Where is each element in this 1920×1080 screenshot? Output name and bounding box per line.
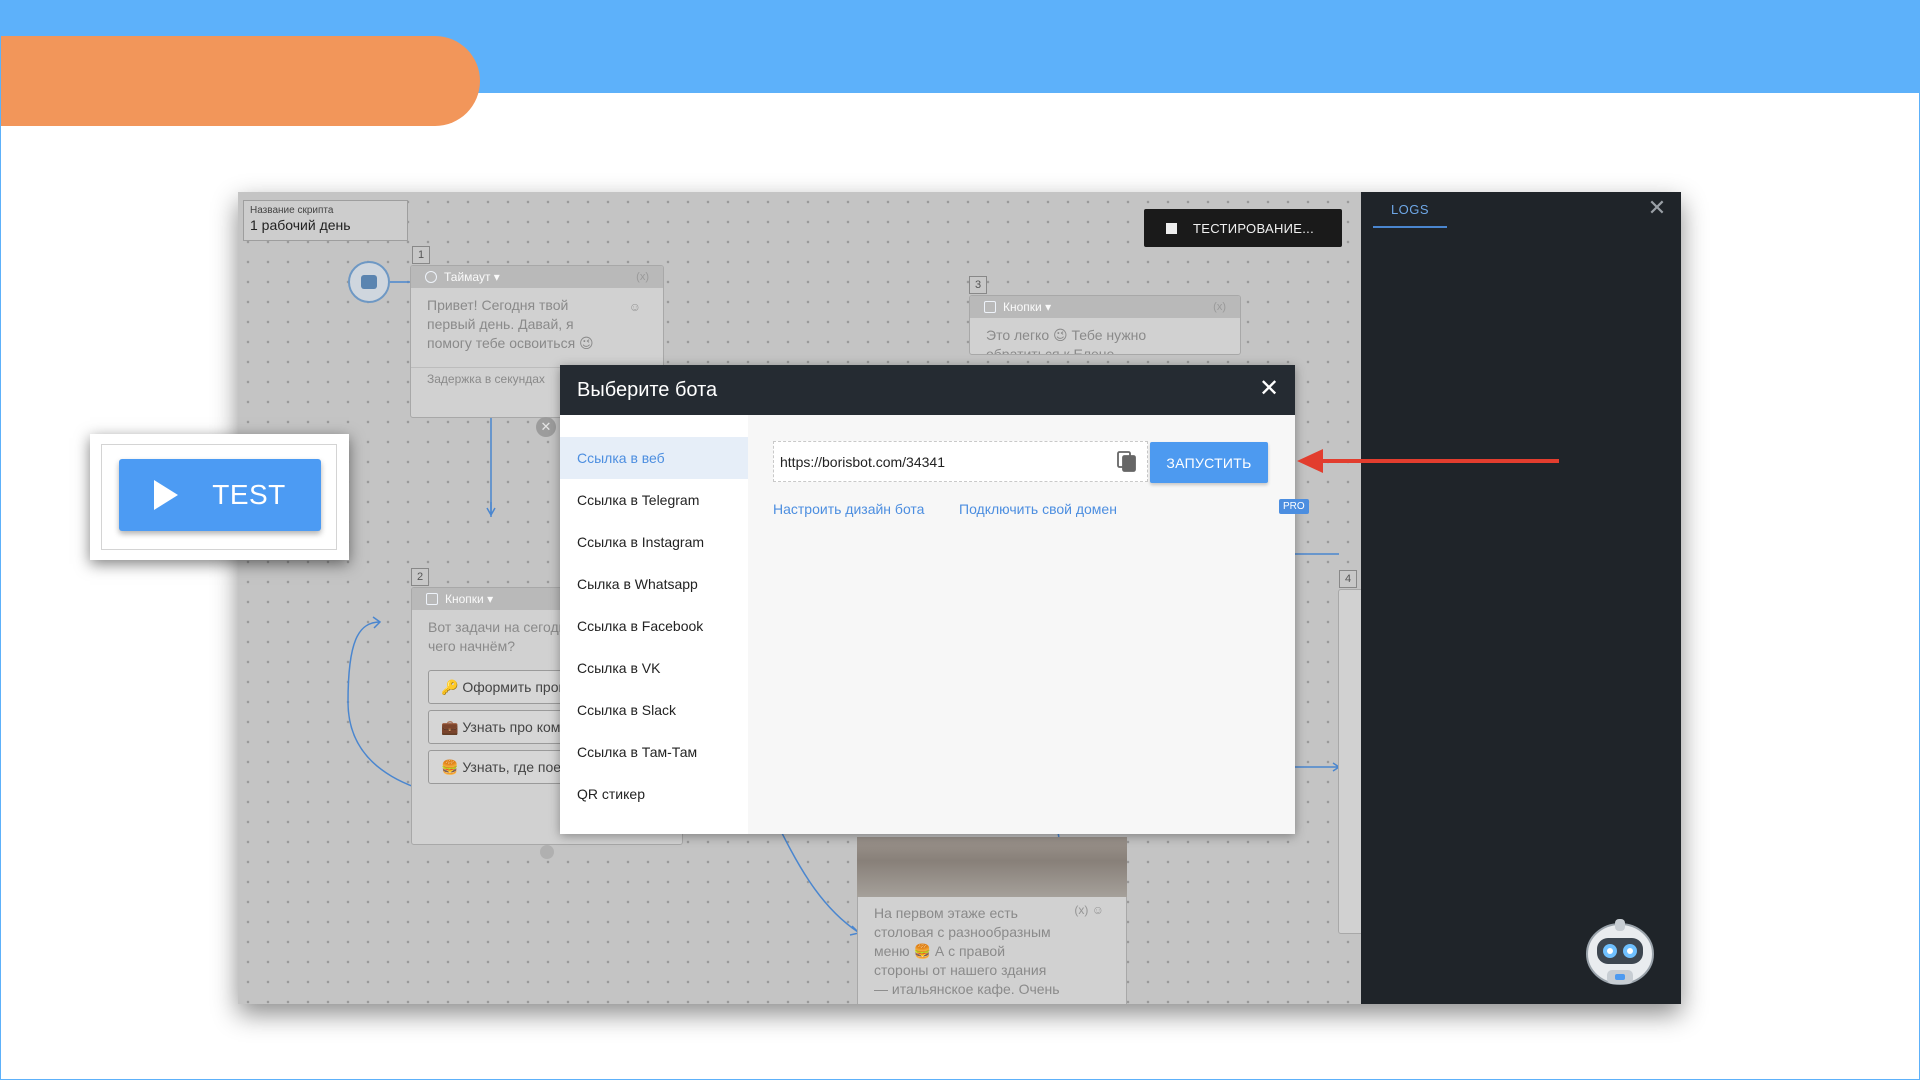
- channel-instagram[interactable]: Ссылка в Instagram: [560, 521, 748, 563]
- block-type: Кнопки ▾: [445, 592, 494, 606]
- channel-web[interactable]: Ссылка в веб: [560, 437, 748, 479]
- channel-vk[interactable]: Ссылка в VK: [560, 647, 748, 689]
- block-header[interactable]: Таймаут ▾ (x): [411, 266, 663, 288]
- channel-list: Ссылка в веб Ссылка в Telegram Ссылка в …: [560, 415, 748, 834]
- connect-domain-link[interactable]: Подключить свой домен: [959, 501, 1117, 517]
- block-variable: (x): [1213, 301, 1226, 313]
- block-buttons-3[interactable]: Кнопки ▾ (x) Это легко 😉 Тебе нужно обра…: [969, 295, 1241, 355]
- channel-slack[interactable]: Ссылка в Slack: [560, 689, 748, 731]
- modal-header: Выберите бота ✕: [560, 365, 1295, 415]
- block-image: [857, 837, 1127, 897]
- test-button[interactable]: TEST: [119, 459, 321, 531]
- connection-handle[interactable]: [540, 845, 554, 859]
- modal-title: Выберите бота: [577, 378, 718, 401]
- script-name-field[interactable]: Название скрипта 1 рабочий день: [243, 200, 408, 241]
- bot-url-field[interactable]: https://borisbot.com/34341: [773, 441, 1148, 482]
- emoji-icon[interactable]: (x) ☺: [1074, 903, 1104, 917]
- block-image-text[interactable]: (x) ☺ На первом этаже есть столовая с ра…: [857, 897, 1127, 1004]
- block-number-2: 2: [411, 568, 429, 586]
- block-number-1: 1: [412, 246, 430, 264]
- channel-whatsapp[interactable]: Сылка в Whatsapp: [560, 563, 748, 605]
- customize-design-link[interactable]: Настроить дизайн бота: [773, 501, 924, 517]
- testing-label: ТЕСТИРОВАНИЕ...: [1193, 220, 1314, 236]
- delete-connection-icon[interactable]: ✕: [536, 417, 556, 437]
- stop-icon: [1166, 222, 1177, 234]
- buttons-icon: [984, 301, 996, 313]
- channel-qr-sticker[interactable]: QR стикер: [560, 773, 748, 815]
- block-message[interactable]: Это легко 😉 Тебе нужно обратиться к Елен…: [970, 318, 1170, 354]
- clock-icon: [425, 271, 437, 283]
- bot-editor-screenshot: Название скрипта 1 рабочий день ТЕСТИРОВ…: [238, 192, 1681, 1004]
- choose-bot-modal: Выберите бота ✕ Ссылка в веб Ссылка в Te…: [560, 365, 1309, 834]
- block-number-4: 4: [1339, 570, 1357, 588]
- copy-icon[interactable]: [1117, 451, 1137, 473]
- close-icon[interactable]: ✕: [1647, 197, 1667, 219]
- block-message[interactable]: Привет! Сегодня твой первый день. Давай,…: [411, 288, 621, 361]
- block-4[interactable]: [1338, 589, 1361, 934]
- block-message[interactable]: На первом этаже есть столовая с разнообр…: [858, 897, 1078, 1004]
- block-number-3: 3: [969, 276, 987, 294]
- pro-badge: PRO: [1279, 499, 1309, 514]
- logs-panel: LOGS ✕: [1361, 192, 1681, 1004]
- script-name-value: 1 рабочий день: [250, 217, 351, 233]
- bot-url-value: https://borisbot.com/34341: [780, 453, 945, 470]
- block-variable: (x): [636, 271, 649, 283]
- buttons-icon: [426, 593, 438, 605]
- play-icon: [154, 480, 179, 510]
- run-button[interactable]: ЗАПУСТИТЬ: [1150, 442, 1268, 483]
- channel-facebook[interactable]: Ссылка в Facebook: [560, 605, 748, 647]
- test-button-label: TEST: [212, 479, 286, 510]
- modal-body: https://borisbot.com/34341 ЗАПУСТИТЬ Нас…: [748, 415, 1309, 834]
- emoji-icon[interactable]: ☺: [629, 300, 641, 314]
- orange-title-pill: [0, 36, 480, 126]
- red-arrow-annotation: [1297, 449, 1559, 473]
- robot-assistant-icon[interactable]: [1585, 914, 1655, 990]
- testing-button[interactable]: ТЕСТИРОВАНИЕ...: [1144, 209, 1342, 247]
- block-header[interactable]: Кнопки ▾ (x): [970, 296, 1240, 318]
- start-node[interactable]: [348, 261, 390, 303]
- block-type: Таймаут ▾: [444, 270, 500, 284]
- script-name-label: Название скрипта: [250, 205, 334, 216]
- channel-telegram[interactable]: Ссылка в Telegram: [560, 479, 748, 521]
- chat-icon: [361, 275, 377, 289]
- channel-tamtam[interactable]: Ссылка в Там-Там: [560, 731, 748, 773]
- block-type: Кнопки ▾: [1003, 300, 1052, 314]
- close-icon[interactable]: ✕: [1257, 377, 1281, 401]
- tab-logs[interactable]: LOGS: [1373, 192, 1447, 228]
